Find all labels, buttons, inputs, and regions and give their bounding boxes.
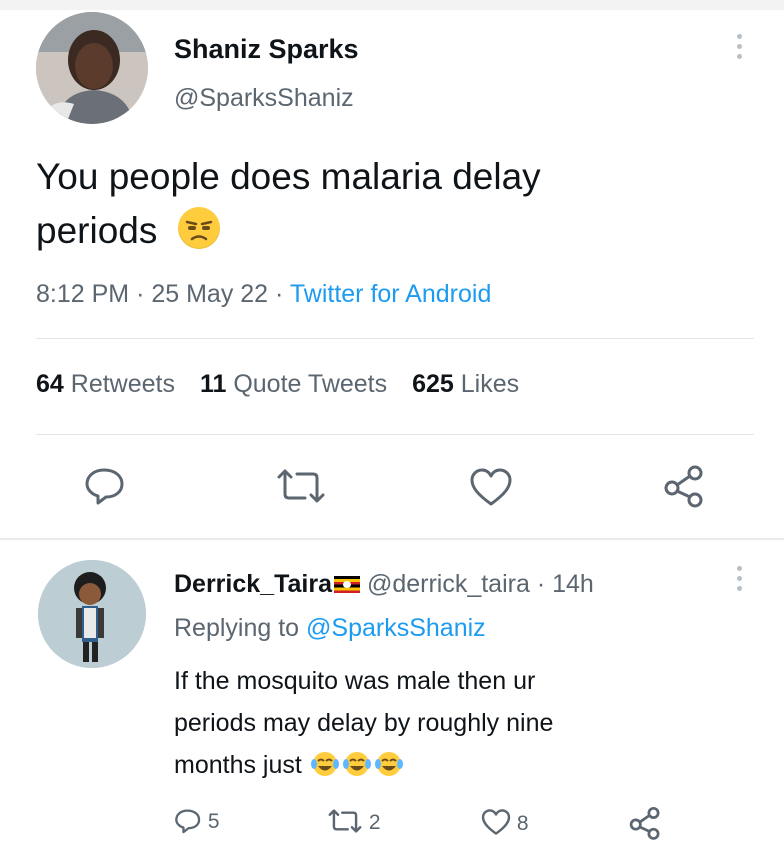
tweet-meta: 8:12 PM · 25 May 22 · Twitter for Androi…	[36, 280, 491, 309]
reply-icon[interactable]	[84, 466, 126, 506]
tweet-text-line1: You people does malaria delay	[36, 156, 541, 197]
reply-text-line3-text: months just	[174, 751, 302, 779]
shaniz-avatar[interactable]	[36, 12, 148, 124]
reply-text-line2: periods may delay by roughly nine	[174, 709, 554, 737]
derrick-avatar[interactable]	[38, 560, 146, 668]
tweet-text-line2: periods	[36, 204, 541, 258]
reply-text-line3: months just	[174, 744, 553, 786]
reply-small-icon	[175, 809, 201, 834]
retweets-label: Retweets	[70, 370, 175, 398]
divider	[36, 434, 754, 435]
meta-separator: ·	[275, 280, 290, 308]
tweet-time[interactable]: 8:12 PM	[36, 280, 129, 308]
replying-to-handle[interactable]: @SparksShaniz	[306, 614, 486, 642]
section-divider	[0, 538, 784, 540]
reply-count: 5	[207, 810, 220, 833]
quotes-count: 11	[199, 370, 227, 398]
top-strip	[0, 0, 784, 10]
reply-header: Derrick_Taira @derrick_taira · 14h	[174, 570, 594, 599]
quotes-stat[interactable]: 11 Quote Tweets	[200, 370, 387, 398]
like-count: 8	[516, 812, 529, 835]
avatar-photo	[36, 12, 148, 124]
retweets-stat[interactable]: 64 Retweets	[36, 370, 175, 398]
reply-text: If the mosquito was male then ur periods…	[174, 660, 553, 786]
more-options-icon[interactable]	[736, 34, 742, 59]
share-icon[interactable]	[662, 464, 706, 508]
tweet-display-name[interactable]: Shaniz Sparks	[174, 34, 359, 65]
like-small-icon	[481, 809, 511, 835]
meta-separator: ·	[536, 570, 546, 598]
tweet-source[interactable]: Twitter for Android	[290, 280, 491, 308]
reply-action-retweet[interactable]: 2	[327, 808, 381, 835]
meta-separator: ·	[136, 280, 152, 308]
tears-of-joy-emojis	[304, 751, 405, 779]
uganda-flag-icon	[333, 576, 360, 593]
tweet-date[interactable]: 25 May 22	[151, 280, 268, 308]
like-icon[interactable]	[469, 467, 513, 507]
retweet-icon[interactable]	[275, 468, 327, 504]
tweet-text: You people does malaria delay periods	[36, 150, 541, 258]
tweet-handle[interactable]: @SparksShaniz	[174, 84, 354, 113]
divider	[36, 338, 754, 339]
reply-handle[interactable]: @derrick_taira	[367, 570, 530, 598]
avatar-cartoon	[38, 560, 146, 668]
retweet-count: 2	[368, 811, 381, 834]
reply-display-name[interactable]: Derrick_Taira	[174, 570, 332, 598]
likes-stat[interactable]: 625 Likes	[412, 370, 519, 398]
reply-action-reply[interactable]: 5	[174, 808, 220, 834]
reply-action-like[interactable]: 8	[481, 808, 529, 836]
replying-to-line: Replying to @SparksShaniz	[174, 614, 486, 643]
reply-share-icon[interactable]	[628, 806, 662, 840]
likes-label: Likes	[460, 370, 520, 398]
face-with-tears-of-joy-icon	[310, 752, 403, 776]
reply-time[interactable]: 14h	[552, 570, 594, 598]
tweet-text-line2-text: periods	[36, 210, 158, 251]
reply-text-line1: If the mosquito was male then ur	[174, 667, 536, 695]
quotes-label: Quote Tweets	[233, 370, 388, 398]
unamused-face-emoji-icon	[177, 207, 220, 249]
tweet-stats: 64 Retweets 11 Quote Tweets 625 Likes	[36, 370, 519, 399]
replying-label: Replying to	[174, 614, 300, 642]
reply-more-options-icon[interactable]	[736, 566, 742, 591]
likes-count: 625	[412, 370, 454, 398]
retweet-small-icon	[328, 809, 362, 833]
retweets-count: 64	[36, 370, 64, 398]
